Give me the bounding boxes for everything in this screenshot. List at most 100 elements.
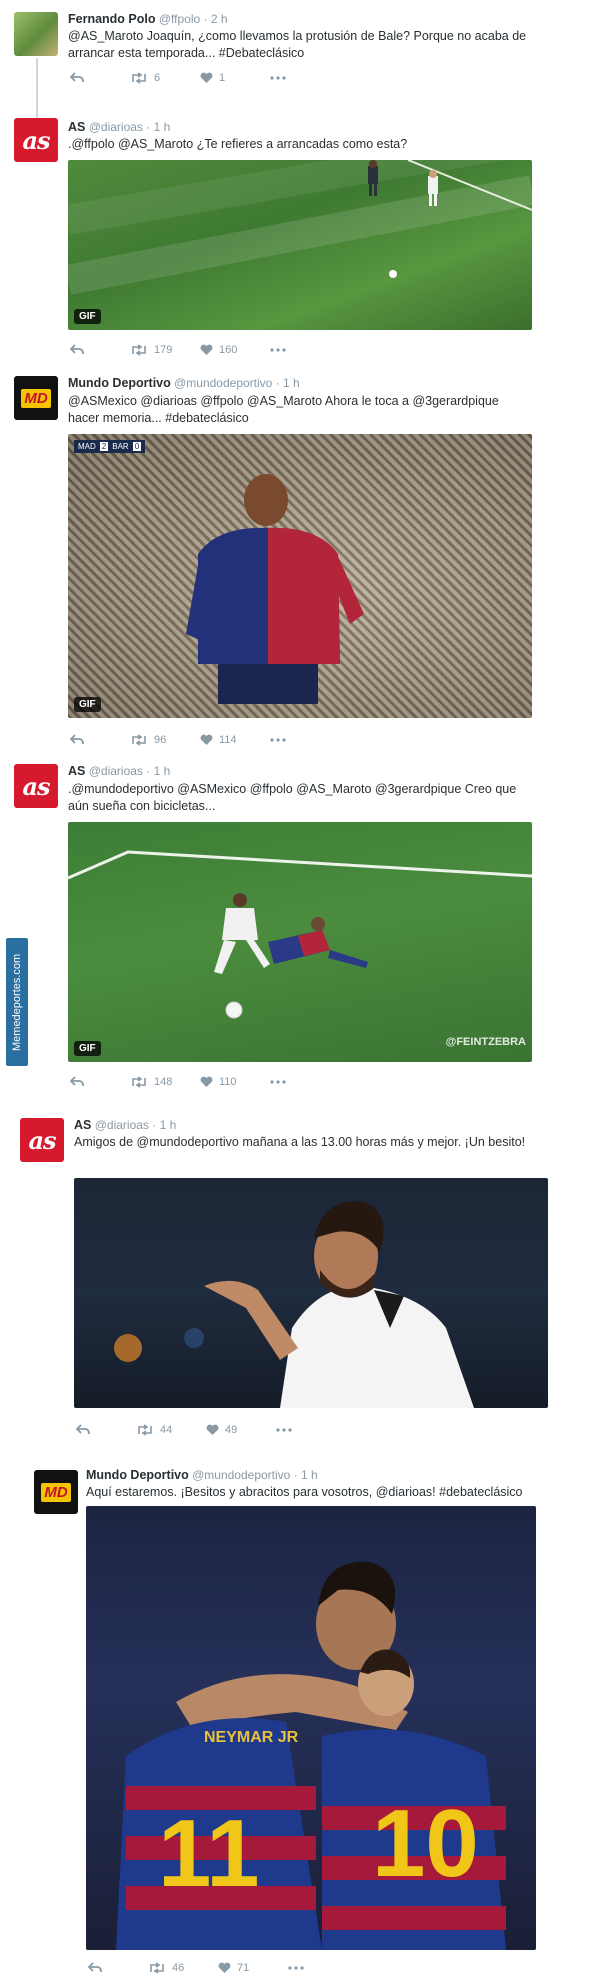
gif-badge: GIF [74,309,101,324]
tweet-6: MD Mundo Deportivo @mundodeportivo · 1 h… [0,1460,600,1984]
tweet-actions: 96 114 [70,734,286,746]
tweet-header: AS @diarioas · 1 h [74,1118,177,1132]
like-count: 49 [225,1424,238,1436]
timestamp[interactable]: 1 h [154,764,171,778]
avatar[interactable]: as [14,764,58,808]
like-button[interactable]: 71 [218,1962,288,1974]
like-button[interactable]: 114 [200,734,270,746]
tweet-actions: 6 1 [70,72,286,84]
more-button[interactable] [270,348,286,352]
timestamp[interactable]: 1 h [283,376,300,390]
more-icon [270,76,286,80]
retweet-icon [138,1424,152,1436]
tweet-header: Mundo Deportivo @mundodeportivo · 1 h [86,1468,318,1482]
tweet-3: MD Mundo Deportivo @mundodeportivo · 1 h… [0,368,600,748]
more-icon [276,1428,292,1432]
tweet-media-photo[interactable]: NEYMAR JR 11 10 [86,1506,536,1950]
avatar[interactable] [14,12,58,56]
reply-button[interactable] [70,734,130,746]
like-button[interactable]: 49 [206,1424,276,1436]
author-handle[interactable]: @ffpolo [159,12,200,26]
like-count: 110 [219,1076,237,1088]
reply-icon [88,1962,102,1973]
svg-text:NEYMAR JR: NEYMAR JR [204,1729,299,1746]
tweet-media-gif[interactable]: MAD 2 BAR 0 GIF [68,434,532,718]
tweet-header: AS @diarioas · 1 h [68,764,171,778]
author-name[interactable]: Mundo Deportivo [86,1468,189,1482]
author-name[interactable]: Mundo Deportivo [68,376,171,390]
retweet-count: 148 [154,1076,173,1088]
retweet-count: 46 [172,1962,185,1974]
heart-icon [200,344,213,355]
timestamp[interactable]: 1 h [301,1468,318,1482]
avatar[interactable]: as [14,118,58,162]
more-button[interactable] [288,1966,304,1970]
like-count: 71 [237,1962,250,1974]
retweet-count: 96 [154,734,167,746]
svg-text:10: 10 [372,1790,479,1897]
author-name[interactable]: AS [68,764,85,778]
timestamp[interactable]: 1 h [160,1118,177,1132]
tweet-text: Amigos de @mundodeportivo mañana a las 1… [74,1135,526,1149]
author-name[interactable]: Fernando Polo [68,12,156,26]
retweet-button[interactable]: 6 [130,72,200,84]
reply-icon [70,734,84,745]
like-button[interactable]: 110 [200,1076,270,1088]
author-handle[interactable]: @diarioas [89,764,143,778]
retweet-button[interactable]: 44 [136,1424,206,1436]
tweet-text: .@ffpolo @AS_Maroto ¿Te refieres a arran… [68,137,408,151]
player-figure [268,917,368,968]
media-credit: @FEINTZEBRA [445,1036,526,1048]
author-handle[interactable]: @mundodeportivo [174,376,272,390]
heart-icon [218,1962,231,1973]
svg-text:11: 11 [158,1800,259,1907]
like-count: 160 [219,344,238,356]
tweet-media-photo[interactable] [74,1178,548,1408]
more-button[interactable] [270,76,286,80]
more-button[interactable] [270,738,286,742]
player-figure: NEYMAR JR 11 [116,1718,322,1950]
retweet-button[interactable]: 96 [130,734,200,746]
retweet-button[interactable]: 46 [148,1962,218,1974]
more-button[interactable] [270,1080,286,1084]
md-logo: MD [41,1482,71,1502]
gif-badge: GIF [74,697,101,712]
more-icon [270,1080,286,1084]
reply-button[interactable] [70,344,130,356]
avatar[interactable]: MD [14,376,58,420]
tweet-header: AS @diarioas · 1 h [68,120,171,134]
reply-button[interactable] [76,1424,136,1436]
tweet-1: Fernando Polo @ffpolo · 2 h @AS_Maroto J… [0,0,600,100]
tweet-actions: 148 110 [70,1076,286,1088]
reply-button[interactable] [70,72,130,84]
author-handle[interactable]: @mundodeportivo [192,1468,290,1482]
ball [225,1001,243,1019]
tweet-media-gif[interactable]: GIF @FEINTZEBRA [68,822,532,1062]
tweet-actions: 179 160 [70,344,286,356]
like-button[interactable]: 1 [200,72,270,84]
timestamp[interactable]: 1 h [154,120,171,134]
gif-badge: GIF [74,1041,101,1056]
author-handle[interactable]: @diarioas [95,1118,149,1132]
retweet-count: 6 [154,72,161,84]
more-icon [270,348,286,352]
reply-button[interactable] [88,1962,148,1974]
author-name[interactable]: AS [74,1118,91,1132]
retweet-button[interactable]: 148 [130,1076,200,1088]
reply-button[interactable] [70,1076,130,1088]
avatar[interactable]: as [20,1118,64,1162]
retweet-icon [150,1962,164,1974]
retweet-icon [132,1076,146,1088]
timestamp[interactable]: 2 h [211,12,228,26]
avatar[interactable]: MD [34,1470,78,1514]
reply-icon [70,72,84,83]
author-handle[interactable]: @diarioas [89,120,143,134]
retweet-count: 44 [160,1424,173,1436]
tweet-media-gif[interactable]: GIF [68,160,532,330]
like-button[interactable]: 160 [200,344,270,356]
heart-icon [200,1076,213,1087]
player-figure [186,474,364,704]
more-button[interactable] [276,1428,292,1432]
retweet-button[interactable]: 179 [130,344,200,356]
author-name[interactable]: AS [68,120,85,134]
